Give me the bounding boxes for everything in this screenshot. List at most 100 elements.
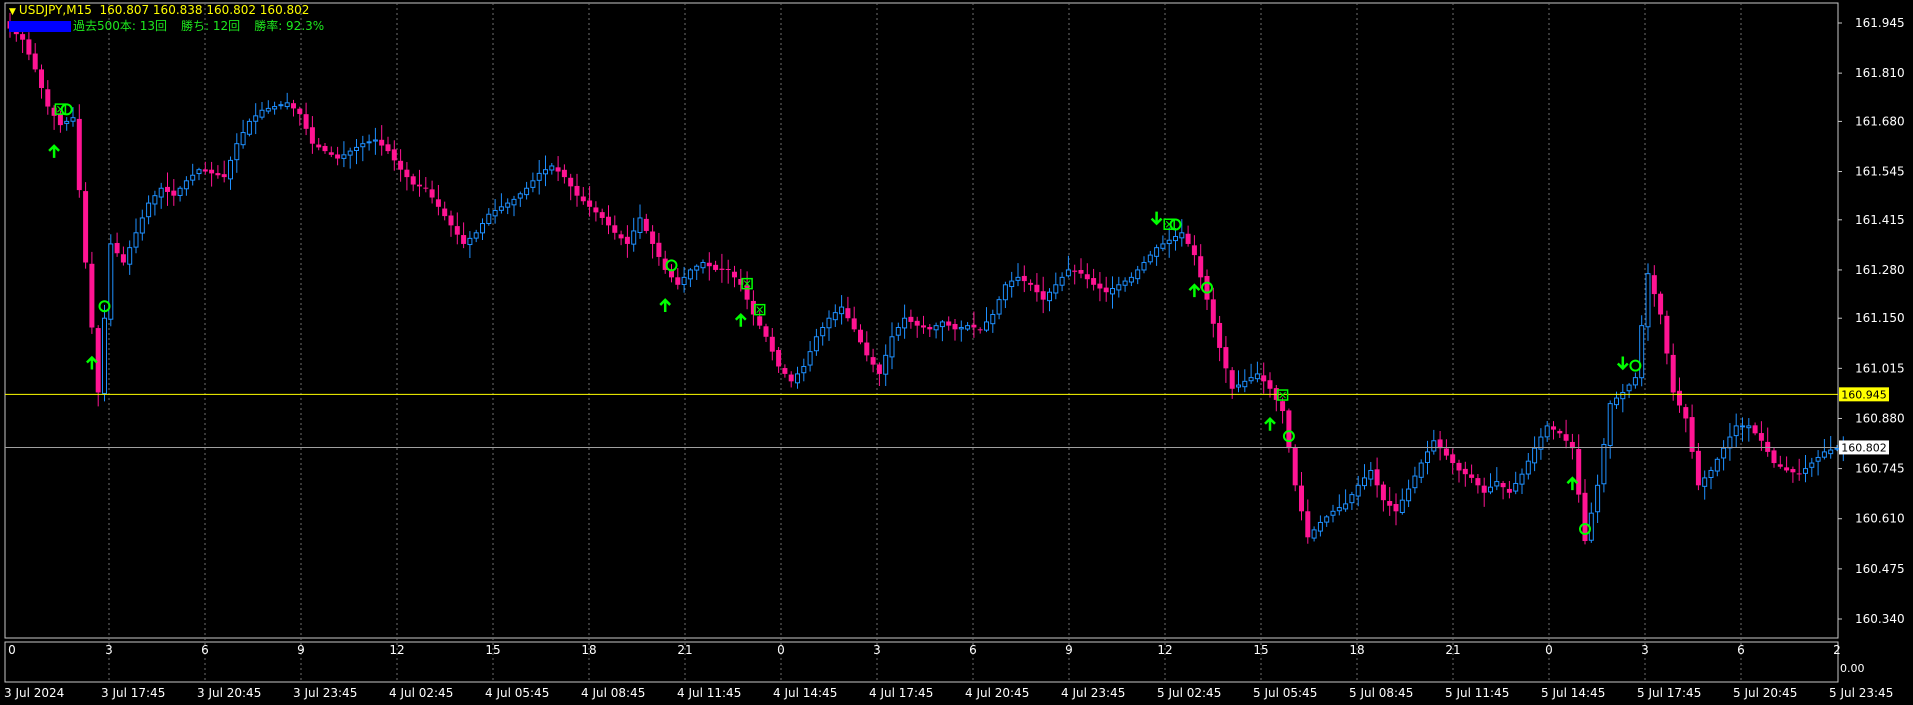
candle-body xyxy=(240,132,246,146)
candle xyxy=(1185,225,1191,247)
candle-body xyxy=(1330,510,1336,516)
candle xyxy=(1160,235,1166,252)
candle xyxy=(505,198,511,215)
candle xyxy=(813,328,819,356)
candle xyxy=(1128,272,1134,287)
candle-body xyxy=(788,374,794,382)
candle-body xyxy=(952,323,958,330)
candle-body xyxy=(1009,280,1015,288)
candle xyxy=(435,184,441,216)
candle-body xyxy=(1563,434,1569,441)
price-chart[interactable]: 161.945 161.810 161.680 161.545 161.415 161.2… xyxy=(0,0,1913,705)
candle xyxy=(1406,479,1412,508)
candle-body xyxy=(467,237,473,246)
candle xyxy=(1261,362,1267,394)
candle-body xyxy=(152,195,158,205)
candle xyxy=(1299,472,1304,521)
candle-body xyxy=(1280,401,1286,412)
arrow-up-icon xyxy=(1264,417,1276,431)
vertical-gridlines xyxy=(108,3,1742,682)
candle-body xyxy=(599,212,605,218)
y-tick-label: 161.015 xyxy=(1855,361,1905,375)
candle-body xyxy=(448,215,454,226)
x-date-label: 4 Jul 20:45 xyxy=(965,686,1029,700)
x-date-label: 5 Jul 23:45 xyxy=(1829,686,1893,700)
candle-body xyxy=(511,198,517,206)
candle-body xyxy=(1160,243,1166,249)
candle-body xyxy=(732,271,737,278)
x-hour-label: 0 xyxy=(777,643,785,657)
candle xyxy=(1141,256,1147,274)
candle-body xyxy=(158,187,164,198)
stats-rate: 勝率: 92.3% xyxy=(254,19,325,33)
candle-body xyxy=(1519,473,1525,485)
x-date-label: 5 Jul 14:45 xyxy=(1541,686,1605,700)
x-hour-label: 12 xyxy=(389,643,404,657)
candle-body xyxy=(1437,439,1443,449)
candle xyxy=(555,156,561,182)
candle xyxy=(1116,276,1122,298)
candle xyxy=(1084,263,1090,289)
candles xyxy=(7,12,1846,545)
candle-body xyxy=(820,326,826,337)
candle-body xyxy=(1116,284,1122,291)
candle-body xyxy=(133,232,139,248)
candle xyxy=(404,162,410,191)
candle xyxy=(561,164,567,184)
candle xyxy=(864,331,870,362)
candle-body xyxy=(1204,275,1210,300)
candle-body xyxy=(845,308,851,319)
candle-body xyxy=(89,263,95,328)
candle-body xyxy=(713,264,719,270)
stats-wins: 勝ち: 12回 xyxy=(181,19,241,33)
circle-signal-icon xyxy=(60,103,73,116)
candle xyxy=(1028,279,1034,291)
candle xyxy=(1506,480,1512,499)
x-date-label: 4 Jul 14:45 xyxy=(773,686,837,700)
candle xyxy=(921,315,926,334)
candle-body xyxy=(1708,469,1714,478)
candle xyxy=(1173,228,1178,251)
candle-body xyxy=(1683,407,1689,419)
candle-body xyxy=(372,139,378,142)
candle-body xyxy=(1828,449,1834,455)
candle-body xyxy=(757,316,763,326)
candle xyxy=(971,311,977,338)
candle-body xyxy=(64,120,70,124)
candle xyxy=(776,346,782,373)
candle xyxy=(1632,372,1638,389)
candle-body xyxy=(1267,380,1273,389)
candle xyxy=(580,187,586,205)
y-tick-label: 160.745 xyxy=(1855,462,1905,476)
candle-body xyxy=(1765,441,1771,452)
candle-body xyxy=(1821,451,1827,458)
candle xyxy=(1651,265,1657,307)
candle-body xyxy=(284,102,290,108)
candle xyxy=(1658,291,1664,325)
candle-body xyxy=(1658,293,1664,315)
candle-body xyxy=(921,325,926,328)
candle xyxy=(1072,264,1078,285)
candle xyxy=(1494,467,1500,491)
candle xyxy=(624,225,630,258)
candle-body xyxy=(1834,447,1840,450)
candle-body xyxy=(1714,458,1720,472)
candle xyxy=(990,309,996,333)
candle xyxy=(1569,433,1575,460)
collapse-triangle-icon[interactable]: ▼ xyxy=(9,7,16,17)
candle xyxy=(1330,504,1336,523)
candle xyxy=(1462,461,1468,487)
candle-body xyxy=(1632,377,1638,386)
candle xyxy=(1418,459,1424,484)
candle-body xyxy=(1790,469,1796,473)
candle-body xyxy=(568,177,574,187)
candle xyxy=(1727,423,1733,461)
x-hour-label: 9 xyxy=(1065,643,1073,657)
candle xyxy=(221,160,227,183)
candle xyxy=(139,209,145,241)
candle-body xyxy=(851,318,857,330)
candle xyxy=(1122,277,1128,292)
candle xyxy=(1362,464,1367,490)
candle xyxy=(1059,272,1065,292)
candle xyxy=(568,173,574,201)
